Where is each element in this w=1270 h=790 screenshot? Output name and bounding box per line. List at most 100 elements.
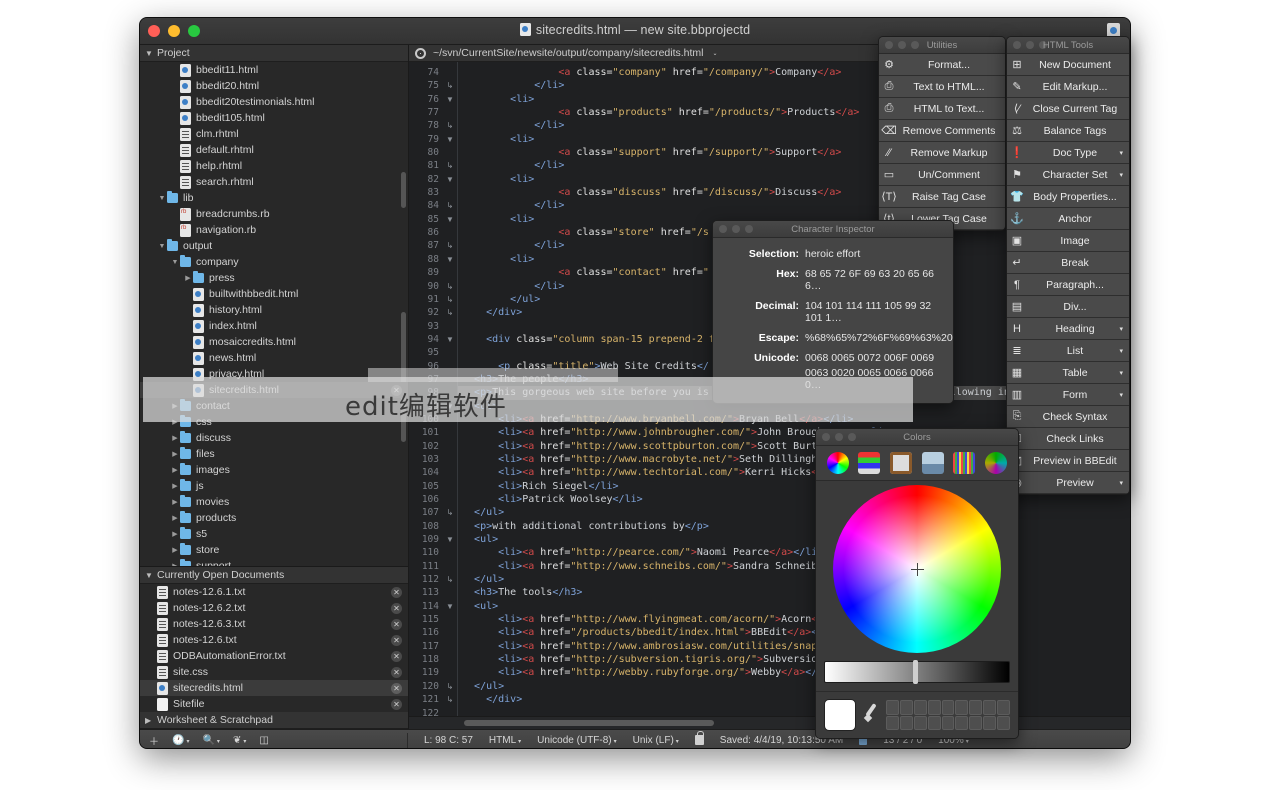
eyedropper-icon[interactable] [863,703,879,727]
project-pane-header[interactable]: ▼ Project [140,45,408,62]
color-swatch[interactable] [969,715,983,730]
tree-folder-row[interactable]: ▶ css [140,414,408,430]
unlocked-icon[interactable] [694,731,704,745]
color-swatch[interactable] [997,715,1010,730]
character-inspector-panel[interactable]: Character Inspector Selection: heroic eff… [712,220,954,404]
fold-marker-icon[interactable]: ▼ [443,133,457,146]
color-swatch[interactable] [997,700,1010,715]
project-file-tree[interactable]: bbedit11.html bbedit20.html bbedit20testim… [140,62,408,566]
utilities-palette[interactable]: Utilities ⚙ Format... ⎙ Text to HTML... ⎙ HTM… [878,36,1006,231]
color-swatch[interactable] [927,715,941,730]
fold-marker-icon[interactable]: ↳ [443,280,457,293]
open-document-row[interactable]: notes-12.6.3.txt ✕ [140,616,408,632]
code-line[interactable]: <li><a href="http://www.ambrosiasw.com/u… [458,640,1130,653]
tree-folder-row[interactable]: ▼ lib [140,190,408,206]
crayons-icon[interactable] [953,452,976,474]
color-wheel-crosshair[interactable] [910,562,924,576]
code-line[interactable]: <li><a href="http://www.schneibs.com/">S… [458,560,1130,573]
fold-marker-icon[interactable]: ↳ [443,306,457,319]
tree-folder-row[interactable]: ▶ contact [140,398,408,414]
chevron-down-icon[interactable]: ▾ [1119,325,1123,333]
open-document-row[interactable]: sitecredits.html ✕ [140,680,408,696]
code-line[interactable]: <ul> [458,533,1130,546]
color-swatch[interactable] [969,700,983,715]
fold-icon[interactable]: ❦ ▾ [233,735,246,746]
tree-folder-row[interactable]: ▶ support [140,558,408,566]
code-line[interactable]: </div> [458,693,1130,706]
palette-item[interactable]: ⎘ Check Syntax [1007,406,1129,428]
tree-file-row[interactable]: help.rhtml [140,158,408,174]
fold-marker-icon[interactable]: ▼ [443,93,457,106]
palette-item[interactable]: 👕 Body Properties... [1007,186,1129,208]
palette-item[interactable]: ⚙ Format... [879,54,1005,76]
line-endings-selector[interactable]: Unix (LF) ▾ [633,735,679,746]
open-document-row[interactable]: Sitefile ✕ [140,696,408,712]
open-document-row[interactable]: notes-12.6.1.txt ✕ [140,584,408,600]
chevron-down-icon[interactable]: ▾ [1119,369,1123,377]
current-color-swatch[interactable] [824,699,856,731]
tree-folder-row[interactable]: ▶ s5 [140,526,408,542]
disclosure-triangle-icon[interactable]: ▶ [170,530,180,538]
fold-marker-icon[interactable]: ▼ [443,333,457,346]
disclosure-triangle-icon[interactable]: ▶ [170,450,180,458]
tree-file-row[interactable]: history.html [140,302,408,318]
close-document-button[interactable]: ✕ [391,586,402,598]
disclosure-triangle-icon[interactable]: ▶ [170,546,180,554]
color-swatch[interactable] [927,700,941,715]
tree-file-row[interactable]: sitecredits.html ✕ [140,382,408,398]
code-line[interactable]: <h3>The tools</h3> [458,586,1130,599]
tree-folder-row[interactable]: ▼ output [140,238,408,254]
code-line[interactable] [458,707,1130,717]
editor-horizontal-scrollbar[interactable] [409,716,1130,729]
chevron-down-icon[interactable]: ▾ [1119,347,1123,355]
tree-file-row[interactable]: builtwithbbedit.html [140,286,408,302]
color-swatch[interactable] [886,700,899,715]
palette-item[interactable]: ▣ Image [1007,230,1129,252]
close-document-button[interactable]: ✕ [391,698,402,710]
palette-item[interactable]: ↵ Break [1007,252,1129,274]
palette-item[interactable]: ⎙ Text to HTML... [879,76,1005,98]
fold-marker-icon[interactable]: ↳ [443,693,457,706]
tree-file-row[interactable]: privacy.html [140,366,408,382]
color-swatch[interactable] [899,715,913,730]
disclosure-triangle-icon[interactable]: ▶ [170,514,180,522]
fold-marker-icon[interactable]: ↳ [443,79,457,92]
worksheet-header[interactable]: ▶ Worksheet & Scratchpad [140,712,408,729]
tree-file-row[interactable]: navigation.rb [140,222,408,238]
open-documents-header[interactable]: ▼ Currently Open Documents [140,567,408,584]
editor-scroll-thumb[interactable] [464,720,714,726]
fold-marker-icon[interactable]: ↳ [443,239,457,252]
palette-item[interactable]: ❗ Doc Type ▾ [1007,142,1129,164]
custom-wheel-icon[interactable] [985,452,1008,474]
tree-folder-row[interactable]: ▶ press [140,270,408,286]
close-document-button[interactable]: ✕ [391,602,402,614]
code-line[interactable]: </ul> [458,573,1130,586]
tree-folder-row[interactable]: ▶ store [140,542,408,558]
palette-item[interactable]: ⁄⁄ Remove Markup [879,142,1005,164]
character-inspector-titlebar[interactable]: Character Inspector [713,221,953,238]
disclosure-triangle-icon[interactable]: ▼ [170,259,180,266]
tree-folder-row[interactable]: ▶ files [140,446,408,462]
encoding-selector[interactable]: Unicode (UTF-8) ▾ [537,735,616,746]
fold-marker-icon[interactable]: ↳ [443,506,457,519]
code-line[interactable]: </ul> [458,506,1130,519]
language-selector[interactable]: HTML ▾ [489,735,521,746]
open-document-row[interactable]: ODBAutomationError.txt ✕ [140,648,408,664]
disclosure-triangle-icon[interactable]: ▶ [170,562,180,566]
chevron-down-icon[interactable]: ▾ [1119,171,1123,179]
fold-marker-icon[interactable]: ↳ [443,680,457,693]
palette-item[interactable]: ⚓ Anchor [1007,208,1129,230]
palette-item[interactable]: ¶ Paragraph... [1007,274,1129,296]
close-document-button[interactable]: ✕ [391,666,402,678]
close-document-button[interactable]: ✕ [391,682,402,694]
tree-file-row[interactable]: bbedit105.html [140,110,408,126]
code-line[interactable]: <li><a href="http://webby.rubyforge.org/… [458,666,1130,679]
tree-file-row[interactable]: index.html [140,318,408,334]
color-wheel[interactable] [833,485,1001,653]
disclosure-triangle-icon[interactable]: ▶ [170,402,180,410]
fold-marker-icon[interactable]: ↳ [443,119,457,132]
disclosure-triangle-icon[interactable]: ▼ [157,195,167,202]
tree-folder-row[interactable]: ▶ js [140,478,408,494]
palette-item[interactable]: ◉Preview▾ [1007,472,1129,494]
color-swatch[interactable] [983,700,997,715]
